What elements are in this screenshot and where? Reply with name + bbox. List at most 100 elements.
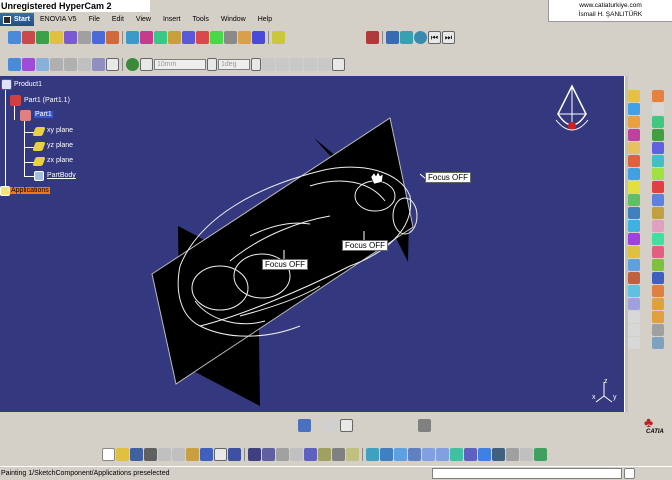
pad-icon[interactable] [628,90,640,102]
thickness-icon[interactable] [628,181,640,193]
union-trim-icon[interactable] [628,285,640,297]
angle-field[interactable]: 1deg [218,59,250,70]
rewind-icon[interactable]: ⏮ [428,31,441,44]
fix-icon[interactable] [140,31,153,44]
dimension-icon[interactable] [106,58,119,71]
measure-icon[interactable] [106,31,119,44]
explode-icon[interactable] [252,31,265,44]
menu-help[interactable]: Help [252,16,278,23]
cut-icon[interactable] [158,447,171,461]
save-icon[interactable] [130,447,143,461]
catalog-icon[interactable] [272,31,285,44]
law-icon[interactable] [276,447,289,461]
rotate-icon[interactable] [652,220,664,232]
copy-icon[interactable] [172,447,185,461]
update-icon[interactable] [210,31,223,44]
pencil-icon[interactable] [652,90,664,102]
grid-icon[interactable] [50,58,63,71]
dimension-toggle-icon[interactable] [340,419,353,432]
remove-lump-icon[interactable] [652,285,664,297]
line-2-icon[interactable] [276,58,289,71]
mirror-icon[interactable] [652,233,664,245]
whats-this-icon[interactable] [228,447,241,461]
remove-icon[interactable] [628,272,640,284]
3d-viewport[interactable]: Product1 Part1 (Part1.1) Part1 xy plane … [0,76,624,412]
fast-forward-icon[interactable]: ⏭ [442,31,455,44]
constraint-icon[interactable] [628,298,640,310]
swap-view-icon[interactable] [298,419,311,432]
thread-icon[interactable] [652,181,664,193]
assembly-icon[interactable] [36,31,49,44]
print-icon[interactable] [144,447,157,461]
menu-window[interactable]: Window [215,16,252,23]
catalog-browser-icon[interactable] [318,447,331,461]
hole-icon[interactable] [652,129,664,141]
menu-file[interactable]: File [83,16,106,23]
undo-icon[interactable] [200,447,213,461]
close-surface-icon[interactable] [628,207,640,219]
zoom-out-icon[interactable] [436,447,449,461]
link-icon[interactable] [78,31,91,44]
fillet-icon[interactable] [628,155,640,167]
normal-view-icon[interactable] [450,447,463,461]
pan-icon[interactable] [394,447,407,461]
macro-icon[interactable] [346,447,359,461]
scale-icon[interactable] [652,246,664,258]
print-icon[interactable] [418,419,431,432]
groove-icon[interactable] [628,129,640,141]
line-type-icon[interactable] [140,58,153,71]
offset-icon[interactable] [168,31,181,44]
translate-icon[interactable] [628,220,640,232]
snap-point-icon[interactable] [64,58,77,71]
line-4-icon[interactable] [304,58,317,71]
formula-icon[interactable] [248,447,261,461]
coincidence-icon[interactable] [196,31,209,44]
snap-icon[interactable] [238,31,251,44]
select-icon[interactable] [8,58,21,71]
redo-icon[interactable] [214,447,227,461]
render-style-icon[interactable] [126,58,139,71]
sew-icon[interactable] [652,207,664,219]
zoom-in-icon[interactable] [422,447,435,461]
compass-icon[interactable] [550,84,594,144]
assemble-icon[interactable] [628,259,640,271]
shell-icon[interactable] [652,168,664,180]
swap-icon[interactable] [64,31,77,44]
swap-visible-icon[interactable] [520,447,533,461]
product-icon[interactable] [8,31,21,44]
multi-view-icon[interactable] [464,447,477,461]
menu-tools[interactable]: Tools [186,16,214,23]
menu-edit[interactable]: Edit [106,16,130,23]
grid-toggle-icon[interactable] [332,58,345,71]
length-field[interactable]: 10mm [154,59,206,70]
angle-spinner[interactable] [251,58,261,71]
knowledge-icon[interactable] [332,447,345,461]
grid-view-icon[interactable] [304,447,317,461]
length-spinner[interactable] [207,58,217,71]
constraint-icon[interactable] [126,31,139,44]
paste-icon[interactable] [186,447,199,461]
menu-view[interactable]: View [130,16,157,23]
geometric-constraint-icon[interactable] [92,58,105,71]
thick-surface-icon[interactable] [652,194,664,206]
menu-insert[interactable]: Insert [157,16,187,23]
shaft-icon[interactable] [628,116,640,128]
sketch-icon[interactable] [22,58,35,71]
right-toolbar-handle[interactable] [624,76,628,412]
menu-enovia[interactable]: ENOVIA V5 [34,16,83,23]
command-history-icon[interactable] [624,468,635,479]
rotate-view-icon[interactable] [408,447,421,461]
contact-icon[interactable] [154,31,167,44]
symmetry-icon[interactable] [628,233,640,245]
measure-between-icon[interactable] [652,337,664,349]
apply-material-icon[interactable] [652,324,664,336]
start-menu[interactable]: Start [0,13,34,26]
chamfer-icon[interactable] [652,155,664,167]
construction-icon[interactable] [78,58,91,71]
comment-icon[interactable] [262,447,275,461]
car-model-scene[interactable] [0,76,624,412]
manipulate-icon[interactable] [224,31,237,44]
axis-icon[interactable] [92,31,105,44]
fly-icon[interactable] [400,31,413,44]
line-3-icon[interactable] [290,58,303,71]
